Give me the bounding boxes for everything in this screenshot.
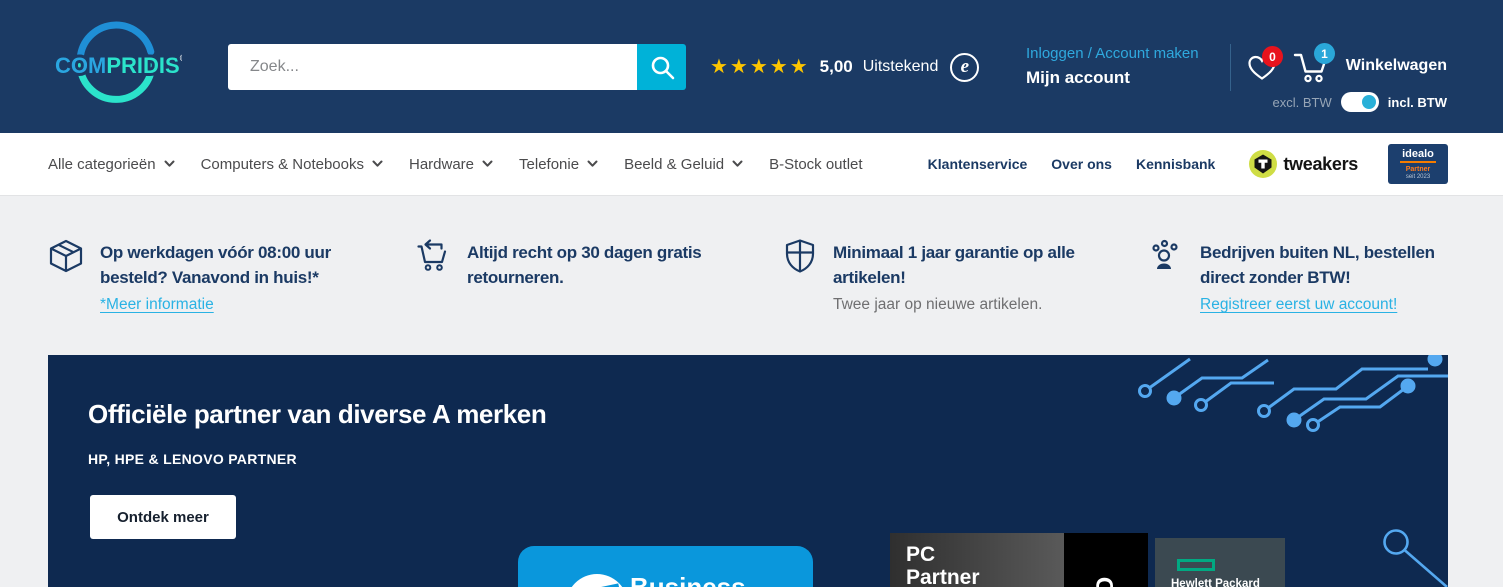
nav-link-klantenservice[interactable]: Klantenservice (928, 156, 1028, 172)
hp-card-label: Business (630, 572, 746, 587)
lenovo-wordmark: LENOVO (1094, 533, 1118, 587)
cart-label[interactable]: Winkelwagen (1346, 57, 1447, 75)
business-users-icon (1150, 238, 1184, 272)
wishlist-count-badge: 0 (1262, 46, 1283, 67)
chevron-down-icon (164, 160, 175, 168)
nav-item-bstock-outlet[interactable]: B-Stock outlet (769, 156, 862, 173)
nav-link-over-ons[interactable]: Over ons (1051, 156, 1112, 172)
category-menu: Alle categorieën Computers & Notebooks H… (48, 133, 863, 195)
vat-incl-label: incl. BTW (1388, 95, 1447, 110)
shop-rating[interactable]: ★★★★★ 5,00 Uitstekend e (710, 52, 979, 82)
nav-item-beeld-geluid[interactable]: Beeld & Geluid (624, 156, 743, 173)
page: COMPRIDIS® ★★★★★ 5,00 Uitstekend e Inlog… (0, 0, 1503, 587)
usp-warranty: Minimaal 1 jaar garantie op alle artikel… (783, 238, 1075, 314)
nav-link-kennisbank[interactable]: Kennisbank (1136, 156, 1215, 172)
search-input[interactable] (228, 44, 637, 90)
idealo-partner-text: Partner (1406, 166, 1431, 173)
header-divider (1230, 44, 1231, 91)
compridis-logo-icon: COMPRIDIS® (50, 20, 182, 112)
nav-item-hardware[interactable]: Hardware (409, 156, 493, 173)
rating-label: Uitstekend (863, 58, 939, 76)
idealo-year-text: seit 2023 (1406, 174, 1430, 180)
idealo-partner-badge[interactable]: idealo Partner seit 2023 (1388, 144, 1448, 184)
package-icon (48, 238, 84, 274)
discover-more-button[interactable]: Ontdek meer (90, 495, 236, 539)
star-rating-icons: ★★★★★ (710, 57, 810, 77)
magnifier-circuit-icon (1323, 523, 1448, 587)
return-cart-icon (415, 238, 451, 274)
usp-delivery: Op werkdagen vóór 08:00 uur besteld? Van… (48, 238, 331, 314)
hpe-logo-icon (1177, 559, 1215, 571)
tweakers-icon (1249, 150, 1277, 178)
trustmark-icon: e (950, 53, 979, 82)
compridis-logo[interactable]: COMPRIDIS® (50, 20, 182, 112)
cart-count-badge: 1 (1314, 43, 1335, 64)
my-account-link[interactable]: Mijn account (1026, 68, 1199, 88)
warranty-note: Twee jaar op nieuwe artikelen. (833, 296, 1075, 314)
more-info-link[interactable]: *Meer informatie (100, 296, 214, 314)
idealo-label: idealo (1400, 148, 1436, 164)
tweakers-badge[interactable]: tweakers (1249, 150, 1358, 178)
main-navigation: Alle categorieën Computers & Notebooks H… (0, 133, 1503, 196)
tweakers-label: tweakers (1283, 154, 1358, 175)
lenovo-logo-strip: LENOVO (1064, 533, 1148, 587)
vat-toggle[interactable] (1341, 92, 1379, 112)
vat-toggle-row: excl. BTW incl. BTW (1273, 92, 1447, 112)
hero-subtitle: HP, HPE & LENOVO PARTNER (88, 451, 297, 467)
svg-text:COMPRIDIS®: COMPRIDIS® (55, 53, 182, 78)
chevron-down-icon (732, 160, 743, 168)
hp-partner-card: Business (518, 546, 813, 587)
vat-excl-label: excl. BTW (1273, 95, 1332, 110)
vat-toggle-knob (1362, 95, 1376, 109)
hero-title: Officiële partner van diverse A merken (88, 399, 546, 430)
hpe-card-label: Hewlett Packard (1171, 578, 1260, 587)
hpe-partner-card: Hewlett Packard (1155, 538, 1285, 587)
chevron-down-icon (482, 160, 493, 168)
login-link[interactable]: Inloggen / Account maken (1026, 45, 1199, 62)
hero-banner: Officiële partner van diverse A merken H… (48, 355, 1448, 587)
account-block: Inloggen / Account maken Mijn account (1026, 45, 1199, 88)
chevron-down-icon (587, 160, 598, 168)
usp-business: Bedrijven buiten NL, bestellen direct zo… (1150, 238, 1435, 314)
lenovo-card-label: PCPartner (906, 543, 980, 587)
nav-item-alle-categorieen[interactable]: Alle categorieën (48, 156, 175, 173)
lenovo-partner-card: PCPartner LENOVO (890, 533, 1148, 587)
shield-icon (783, 238, 817, 274)
hp-logo-icon (566, 574, 628, 587)
chevron-down-icon (372, 160, 383, 168)
header: COMPRIDIS® ★★★★★ 5,00 Uitstekend e Inlog… (0, 0, 1503, 133)
search-icon (649, 54, 675, 80)
nav-item-telefonie[interactable]: Telefonie (519, 156, 598, 173)
secondary-navigation: Klantenservice Over ons Kennisbank tweak… (928, 133, 1448, 195)
cart-button[interactable]: 1 (1292, 50, 1330, 89)
usp-returns: Altijd recht op 30 dagen gratis retourne… (415, 238, 701, 290)
search-button[interactable] (637, 44, 686, 90)
nav-item-computers-notebooks[interactable]: Computers & Notebooks (201, 156, 383, 173)
rating-score: 5,00 (820, 57, 853, 77)
wishlist-button[interactable]: 0 (1247, 54, 1277, 86)
circuit-decoration-icon (1068, 355, 1448, 475)
register-account-link[interactable]: Registreer eerst uw account! (1200, 296, 1397, 314)
search-bar (228, 44, 686, 90)
